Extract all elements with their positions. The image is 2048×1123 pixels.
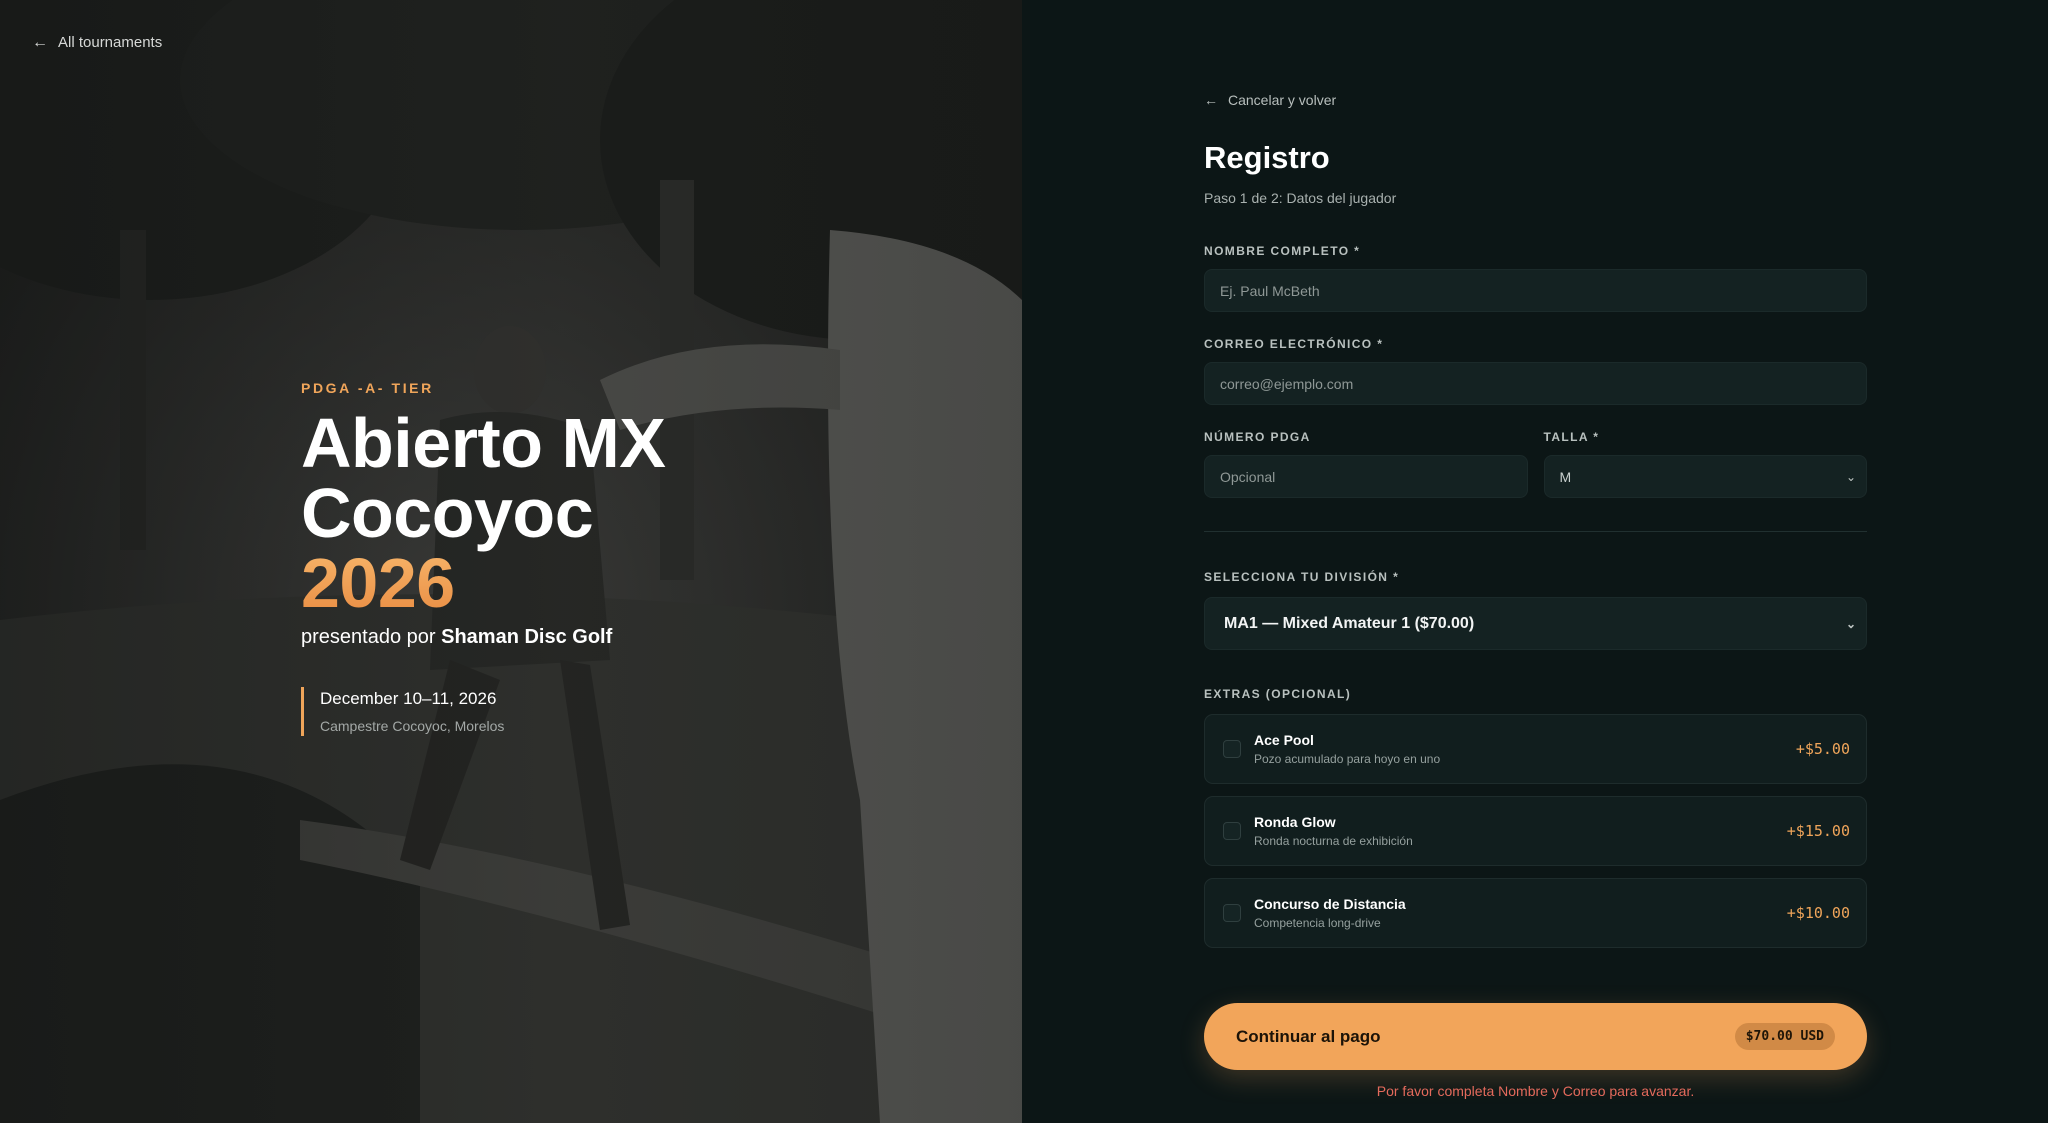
extras-group: EXTRAS (OPCIONAL) Ace Pool Pozo acumulad… [1204,687,1867,948]
registration-panel: ← Cancelar y volver Registro Paso 1 de 2… [1022,0,2048,1123]
size-value: M [1559,468,1572,485]
extra-checkbox[interactable] [1223,904,1241,922]
extra-name: Concurso de Distancia [1254,896,1406,912]
extra-price: +$10.00 [1786,904,1850,922]
event-date: December 10–11, 2026 [320,689,497,708]
size-label: TALLA * [1543,430,1600,444]
continue-payment-label: Continuar al pago [1236,1026,1381,1046]
event-title: Abierto MX Cocoyoc 2026 [301,404,666,618]
size-group: TALLA * M ⌄ [1543,430,1867,498]
email-label: CORREO ELECTRÓNICO * [1204,337,1384,351]
form-divider [1204,531,1867,532]
extra-checkbox[interactable] [1223,822,1241,840]
sponsor-name: Shaman Disc Golf [441,626,613,648]
extra-concurso-distancia[interactable]: Concurso de Distancia Competencia long-d… [1204,878,1867,948]
arrow-left-icon: ← [32,33,48,51]
presented-prefix: presentado por [301,626,436,648]
division-group: SELECCIONA TU DIVISIÓN * MA1 — Mixed Ama… [1204,570,1867,650]
presented-by: presentado por Shaman Disc Golf [301,626,665,649]
event-title-line1: Abierto MX [301,404,666,482]
extra-checkbox[interactable] [1223,740,1241,758]
email-input[interactable]: correo@ejemplo.com [1204,362,1867,405]
extra-desc: Pozo acumulado para hoyo en uno [1254,752,1441,766]
extra-ace-pool[interactable]: Ace Pool Pozo acumulado para hoyo en uno… [1204,714,1867,784]
event-venue: Campestre Cocoyoc, Morelos [320,718,505,734]
all-tournaments-link[interactable]: ← All tournaments [32,34,162,51]
form-title: Registro [1204,140,1330,175]
extra-desc: Ronda nocturna de exhibición [1254,834,1413,848]
continue-payment-button[interactable]: Continuar al pago $70.00 USD [1204,1003,1867,1070]
division-value: MA1 — Mixed Amateur 1 ($70.00) [1224,614,1475,632]
validation-message: Por favor completa Nombre y Correo para … [1376,1083,1695,1099]
extra-ronda-glow[interactable]: Ronda Glow Ronda nocturna de exhibición … [1204,796,1867,866]
extra-desc: Competencia long-drive [1254,916,1381,930]
extra-price: +$5.00 [1795,740,1850,758]
extra-name: Ace Pool [1254,732,1314,748]
form-step: Paso 1 de 2: Datos del jugador [1204,190,1397,206]
size-select[interactable]: M ⌄ [1543,455,1867,498]
pdga-group: NÚMERO PDGA Opcional [1204,430,1528,498]
extra-name: Ronda Glow [1254,814,1336,830]
hero-panel: ← All tournaments PDGA -A- TIER Abierto … [0,0,1022,1123]
name-label: NOMBRE COMPLETO * [1204,244,1361,258]
registration-page: ← All tournaments PDGA -A- TIER Abierto … [0,0,2048,1123]
event-info: PDGA -A- TIER Abierto MX Cocoyoc 2026 pr… [301,380,666,736]
event-year: 2026 [301,548,665,618]
extra-text: Concurso de Distancia Competencia long-d… [1254,896,1787,930]
cancel-label: Cancelar y volver [1228,92,1337,108]
extra-text: Ace Pool Pozo acumulado para hoyo en uno [1254,732,1796,766]
extras-label: EXTRAS (OPCIONAL) [1204,687,1352,701]
email-group: CORREO ELECTRÓNICO * correo@ejemplo.com [1204,337,1867,405]
total-badge: $70.00 USD [1734,1023,1835,1050]
cancel-back-link[interactable]: ← Cancelar y volver [1204,92,1867,108]
pdga-input[interactable]: Opcional [1204,455,1528,498]
arrow-left-icon: ← [1204,92,1218,108]
division-select[interactable]: MA1 — Mixed Amateur 1 ($70.00) ⌄ [1204,597,1867,650]
pdga-label: NÚMERO PDGA [1204,430,1311,444]
event-tier: PDGA -A- TIER [301,380,434,396]
name-input[interactable]: Ej. Paul McBeth [1204,269,1867,312]
extras-list: Ace Pool Pozo acumulado para hoyo en uno… [1204,714,1867,948]
division-label: SELECCIONA TU DIVISIÓN * [1204,570,1400,584]
registration-form: ← Cancelar y volver Registro Paso 1 de 2… [1204,92,1867,1099]
all-tournaments-label: All tournaments [58,34,163,51]
name-group: NOMBRE COMPLETO * Ej. Paul McBeth [1204,244,1867,312]
event-title-line2: Cocoyoc [301,474,594,552]
pdga-size-row: NÚMERO PDGA Opcional TALLA * M ⌄ [1204,430,1867,498]
chevron-down-icon: ⌄ [1845,469,1856,484]
chevron-down-icon: ⌄ [1845,616,1856,631]
event-dates: December 10–11, 2026 Campestre Cocoyoc, … [301,687,665,736]
extra-text: Ronda Glow Ronda nocturna de exhibición [1254,814,1787,848]
extra-price: +$15.00 [1786,822,1850,840]
